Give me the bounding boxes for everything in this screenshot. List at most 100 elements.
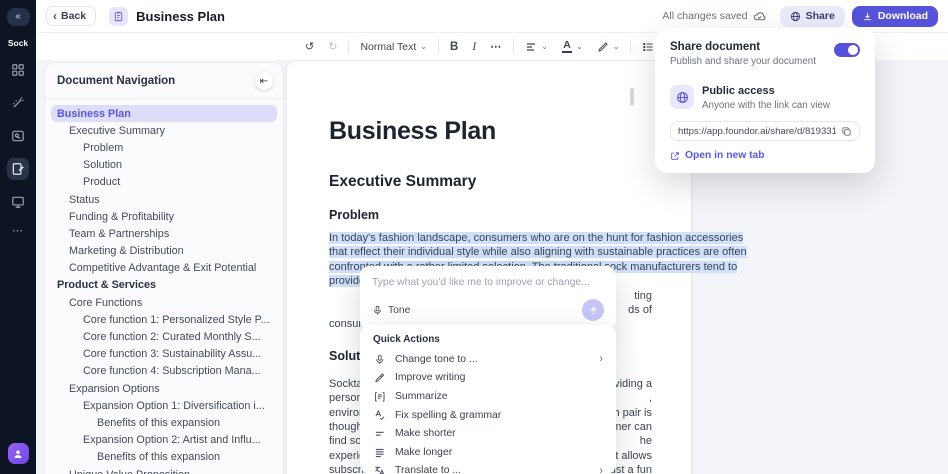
undo-button[interactable]: ↺: [302, 38, 317, 55]
dashboard-icon[interactable]: [7, 59, 29, 81]
share-button[interactable]: Share: [779, 5, 845, 27]
quick-actions-menu: Quick Actions Change tone to ... › Impro…: [360, 325, 616, 474]
paragraph-style-dropdown[interactable]: Normal Text ⌄: [357, 39, 430, 55]
share-popup-title: Share document: [670, 41, 761, 53]
toolbar-divider: [348, 39, 350, 54]
translate-icon: [373, 465, 386, 474]
profile-avatar[interactable]: [7, 443, 29, 464]
sidebar-item-label: Product: [83, 176, 121, 189]
highlight-dropdown[interactable]: ⌄: [594, 39, 623, 55]
chevron-left-icon: ‹: [53, 9, 57, 23]
sidebar-item-competitive-advantage[interactable]: Competitive Advantage & Exit Potential: [51, 260, 277, 277]
chevron-down-icon: ⌄: [612, 42, 620, 51]
sidebar-item-solution[interactable]: Solution: [51, 157, 277, 174]
nav-panel-title: Document Navigation: [57, 75, 176, 87]
document-type-icon: [109, 6, 129, 26]
sidebar-item-label: Core function 1: Personalized Style P...: [83, 313, 270, 326]
sidebar-item-core-function-2[interactable]: Core function 2: Curated Monthly S...: [51, 328, 277, 345]
sidebar-item-expansion-option-2[interactable]: Expansion Option 2: Artist and Influ...: [51, 432, 277, 449]
align-left-icon: [527, 42, 536, 51]
menu-item-summarize[interactable]: Summarize: [360, 387, 616, 406]
sidebar-item-product-services[interactable]: Product & Services: [51, 277, 277, 294]
sidebar-item-label: Core function 3: Sustainability Assu...: [83, 348, 262, 361]
chevron-right-icon: ›: [599, 353, 603, 366]
more-formatting-button[interactable]: ⋯: [487, 38, 505, 55]
sidebar-item-benefits-1[interactable]: Benefits of this expansion: [51, 414, 277, 431]
open-in-new-tab-link[interactable]: Open in new tab: [670, 150, 860, 161]
sidebar-item-benefits-2[interactable]: Benefits of this expansion: [51, 449, 277, 466]
brand-icon[interactable]: [7, 125, 29, 147]
back-button[interactable]: ‹ Back: [46, 6, 97, 26]
sidebar-item-unique-value-proposition[interactable]: Unique Value Proposition: [51, 466, 277, 474]
redo-button[interactable]: ↻: [325, 38, 340, 55]
download-label: Download: [877, 10, 928, 22]
share-label: Share: [805, 10, 835, 22]
save-status: All changes saved: [662, 10, 766, 23]
italic-button[interactable]: I: [469, 37, 479, 56]
sidebar-item-business-plan[interactable]: Business Plan: [51, 105, 277, 123]
ai-prompt-input[interactable]: Type what you'd like me to improve or ch…: [372, 277, 604, 288]
sidebar-item-team[interactable]: Team & Partnerships: [51, 225, 277, 242]
sidebar-item-marketing[interactable]: Marketing & Distribution: [51, 243, 277, 260]
header-actions: All changes saved Share Download: [662, 5, 938, 27]
menu-item-fix-spelling[interactable]: Fix spelling & grammar: [360, 406, 616, 425]
sidebar-item-label: Marketing & Distribution: [69, 245, 184, 258]
sidebar-item-core-function-3[interactable]: Core function 3: Sustainability Assu...: [51, 346, 277, 363]
highlighter-icon: [597, 41, 608, 52]
page-title: Business Plan: [136, 8, 225, 24]
sidebar-item-expansion-options[interactable]: Expansion Options: [51, 380, 277, 397]
heading-executive-summary: Executive Summary: [329, 173, 477, 190]
tone-button[interactable]: Tone: [372, 305, 410, 316]
send-button[interactable]: [582, 299, 604, 321]
globe-icon: [670, 85, 694, 109]
more-icon[interactable]: ⋯: [12, 224, 24, 237]
align-dropdown[interactable]: ⌄: [522, 39, 551, 55]
sidebar-item-core-functions[interactable]: Core Functions: [51, 294, 277, 311]
toolbar-divider: [437, 39, 439, 54]
copy-icon[interactable]: [841, 126, 852, 137]
sidebar-item-core-function-4[interactable]: Core function 4: Subscription Mana...: [51, 363, 277, 380]
globe-icon: [790, 11, 800, 21]
sidebar-item-core-function-1[interactable]: Core function 1: Personalized Style P...: [51, 311, 277, 328]
text-color-dropdown[interactable]: A ⌄: [559, 38, 586, 56]
text-line: In today's fashion landscape, consumers …: [329, 232, 744, 244]
menu-item-improve-writing[interactable]: Improve writing: [360, 369, 616, 388]
make-longer-icon: [373, 447, 386, 459]
sidebar-item-label: Executive Summary: [69, 124, 166, 137]
text-color-icon: A: [561, 40, 572, 54]
tone-label: Tone: [388, 304, 411, 316]
ai-wand-icon[interactable]: [7, 92, 29, 114]
menu-item-make-shorter[interactable]: Make shorter: [360, 424, 616, 443]
collapse-appbar-button[interactable]: «: [6, 8, 30, 26]
sidebar-item-status[interactable]: Status: [51, 191, 277, 208]
sidebar-item-label: Unique Value Proposition: [69, 469, 190, 474]
ai-prompt-popup: Type what you'd like me to improve or ch…: [360, 266, 616, 330]
menu-item-label: Change tone to ...: [395, 353, 478, 365]
sidebar-item-funding[interactable]: Funding & Profitability: [51, 208, 277, 225]
sidebar-item-expansion-option-1[interactable]: Expansion Option 1: Diversification i...: [51, 397, 277, 414]
sidebar-item-label: Team & Partnerships: [69, 227, 170, 240]
menu-item-translate[interactable]: Translate to ... ›: [360, 462, 616, 474]
publish-toggle[interactable]: [834, 43, 860, 57]
chevron-right-icon: ›: [599, 464, 603, 474]
text-line: that reflect their individual style whil…: [329, 246, 747, 259]
menu-item-change-tone[interactable]: Change tone to ... ›: [360, 350, 616, 369]
download-button[interactable]: Download: [851, 5, 938, 27]
public-access-title: Public access: [702, 85, 775, 97]
save-status-label: All changes saved: [662, 10, 748, 22]
scrollbar-thumb[interactable]: [630, 88, 634, 106]
sidebar-item-problem[interactable]: Problem: [51, 139, 277, 156]
documents-icon[interactable]: [7, 158, 29, 180]
sidebar-item-label: Core function 2: Curated Monthly S...: [83, 331, 261, 344]
bold-button[interactable]: B: [447, 39, 461, 55]
sidebar-item-executive-summary[interactable]: Executive Summary: [51, 122, 277, 139]
menu-item-make-longer[interactable]: Make longer: [360, 443, 616, 462]
sidebar-item-product[interactable]: Product: [51, 174, 277, 191]
share-url-field[interactable]: https://app.foundor.ai/share/d/819331fc-…: [670, 121, 860, 141]
spellcheck-icon: [373, 409, 386, 421]
collapse-nav-icon[interactable]: ⇤: [255, 72, 273, 90]
workspace-name: Sock: [7, 38, 29, 48]
document-navigation-panel: Document Navigation ⇤ Business Plan Exec…: [44, 62, 284, 474]
sidebar-item-label: Problem: [83, 141, 124, 154]
presentation-icon[interactable]: [7, 191, 29, 213]
